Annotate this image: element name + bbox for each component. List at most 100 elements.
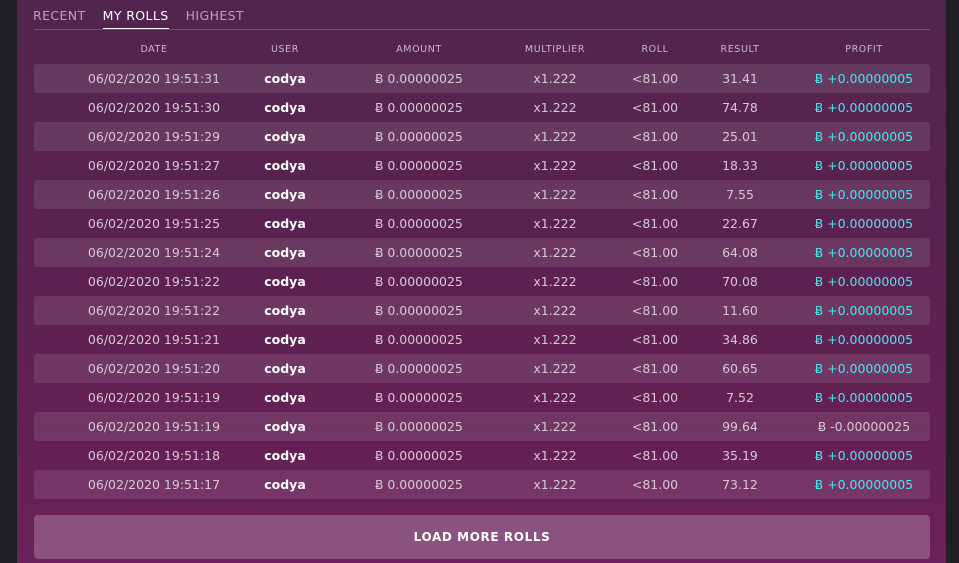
- result-text: 74.78: [722, 100, 758, 115]
- date-text: 06/02/2020 19:51:29: [87, 129, 221, 144]
- multiplier-text: x1.222: [533, 448, 577, 463]
- date-text: 06/02/2020 19:51:30: [87, 100, 221, 115]
- date-text: 06/02/2020 19:51:19: [87, 390, 221, 405]
- rolls-table-body: 06/02/2020 19:51:31 codya Ƀ 0.00000025 x1.22…: [34, 64, 930, 499]
- user-text: codya: [264, 100, 306, 115]
- table-row: 06/02/2020 19:51:18 codya Ƀ 0.00000025 x1.22…: [34, 441, 930, 470]
- cell-multiplier: x1.222: [533, 267, 576, 296]
- bitcoin-icon: Ƀ: [814, 246, 824, 260]
- tab-my-rolls[interactable]: MY ROLLS: [102, 0, 169, 30]
- cell-profit: Ƀ +0.00000005: [815, 296, 913, 326]
- user-text: codya: [264, 245, 306, 260]
- cell-amount: Ƀ 0.00000025: [375, 325, 463, 355]
- cell-amount: Ƀ 0.00000025: [375, 238, 463, 268]
- result-text: 73.12: [722, 477, 758, 492]
- cell-user: codya: [264, 470, 306, 499]
- bitcoin-icon: Ƀ: [817, 420, 827, 434]
- date-text: 06/02/2020 19:51:31: [87, 71, 221, 86]
- bitcoin-icon: Ƀ: [375, 130, 384, 144]
- bitcoin-icon: Ƀ: [375, 391, 384, 405]
- date-text: 06/02/2020 19:51:17: [87, 477, 221, 492]
- table-row: 06/02/2020 19:51:30 codya Ƀ 0.00000025 x1.22…: [34, 93, 930, 122]
- profit-text: -0.00000025: [830, 419, 911, 434]
- profit-text: +0.00000005: [827, 71, 914, 86]
- amount-text: 0.00000025: [387, 129, 463, 144]
- cell-multiplier: x1.222: [533, 93, 576, 122]
- cell-user: codya: [264, 64, 306, 93]
- date-text: 06/02/2020 19:51:26: [87, 187, 221, 202]
- cell-date: 06/02/2020 19:51:22: [88, 267, 220, 296]
- multiplier-text: x1.222: [533, 187, 577, 202]
- cell-roll: <81.00: [632, 122, 678, 151]
- table-header: DATE USER AMOUNT MULTIPLIER ROLL RESULT …: [34, 40, 930, 60]
- table-row: 06/02/2020 19:51:19 codya Ƀ 0.00000025 x1.22…: [34, 412, 930, 441]
- bitcoin-icon: Ƀ: [375, 478, 384, 492]
- cell-roll: <81.00: [632, 383, 678, 412]
- date-text: 06/02/2020 19:51:25: [87, 216, 221, 231]
- bitcoin-icon: Ƀ: [814, 159, 824, 173]
- user-text: codya: [264, 129, 306, 144]
- table-row: 06/02/2020 19:51:26 codya Ƀ 0.00000025 x1.22…: [34, 180, 930, 209]
- cell-profit: Ƀ -0.00000025: [818, 412, 910, 442]
- result-text: 99.64: [722, 419, 758, 434]
- roll-text: <81.00: [631, 477, 679, 492]
- cell-date: 06/02/2020 19:51:26: [88, 180, 220, 209]
- result-text: 18.33: [722, 158, 758, 173]
- cell-user: codya: [264, 412, 306, 441]
- amount-text: 0.00000025: [387, 71, 463, 86]
- bitcoin-icon: Ƀ: [375, 72, 384, 86]
- multiplier-text: x1.222: [533, 71, 577, 86]
- cell-result: 35.19: [722, 441, 758, 470]
- amount-text: 0.00000025: [387, 390, 463, 405]
- roll-text: <81.00: [631, 71, 679, 86]
- amount-text: 0.00000025: [387, 419, 463, 434]
- cell-profit: Ƀ +0.00000005: [815, 64, 913, 94]
- load-more-rolls-button[interactable]: LOAD MORE ROLLS: [34, 515, 930, 559]
- cell-roll: <81.00: [632, 151, 678, 180]
- cell-date: 06/02/2020 19:51:17: [88, 470, 220, 499]
- multiplier-text: x1.222: [533, 332, 577, 347]
- cell-result: 64.08: [722, 238, 758, 267]
- roll-text: <81.00: [631, 448, 679, 463]
- roll-text: <81.00: [631, 100, 679, 115]
- amount-text: 0.00000025: [387, 332, 463, 347]
- bitcoin-icon: Ƀ: [814, 130, 824, 144]
- column-header-multiplier: MULTIPLIER: [524, 44, 586, 55]
- cell-amount: Ƀ 0.00000025: [375, 267, 463, 297]
- cell-roll: <81.00: [632, 441, 678, 470]
- user-text: codya: [264, 216, 306, 231]
- amount-text: 0.00000025: [387, 448, 463, 463]
- cell-result: 60.65: [722, 354, 758, 383]
- cell-multiplier: x1.222: [533, 325, 576, 354]
- bitcoin-icon: Ƀ: [375, 217, 384, 231]
- cell-date: 06/02/2020 19:51:20: [88, 354, 220, 383]
- tab-recent[interactable]: RECENT: [33, 0, 86, 30]
- bitcoin-icon: Ƀ: [375, 420, 384, 434]
- bitcoin-icon: Ƀ: [375, 101, 384, 115]
- roll-text: <81.00: [631, 332, 679, 347]
- cell-user: codya: [264, 238, 306, 267]
- cell-result: 7.55: [726, 180, 754, 209]
- roll-text: <81.00: [631, 129, 679, 144]
- profit-text: +0.00000005: [827, 390, 914, 405]
- cell-multiplier: x1.222: [533, 209, 576, 238]
- tab-highest[interactable]: HIGHEST: [186, 0, 244, 30]
- user-text: codya: [264, 71, 306, 86]
- cell-result: 22.67: [722, 209, 758, 238]
- column-header-user: USER: [271, 44, 299, 55]
- multiplier-text: x1.222: [533, 216, 577, 231]
- bitcoin-icon: Ƀ: [814, 275, 824, 289]
- table-row: 06/02/2020 19:51:19 codya Ƀ 0.00000025 x1.22…: [34, 383, 930, 412]
- cell-result: 73.12: [722, 470, 758, 499]
- cell-profit: Ƀ +0.00000005: [815, 180, 913, 210]
- cell-amount: Ƀ 0.00000025: [375, 441, 463, 471]
- cell-date: 06/02/2020 19:51:25: [88, 209, 220, 238]
- user-text: codya: [264, 361, 306, 376]
- roll-text: <81.00: [631, 390, 679, 405]
- roll-text: <81.00: [631, 303, 679, 318]
- user-text: codya: [264, 187, 306, 202]
- multiplier-text: x1.222: [533, 129, 577, 144]
- cell-result: 34.86: [722, 325, 758, 354]
- cell-date: 06/02/2020 19:51:24: [88, 238, 220, 267]
- multiplier-text: x1.222: [533, 390, 577, 405]
